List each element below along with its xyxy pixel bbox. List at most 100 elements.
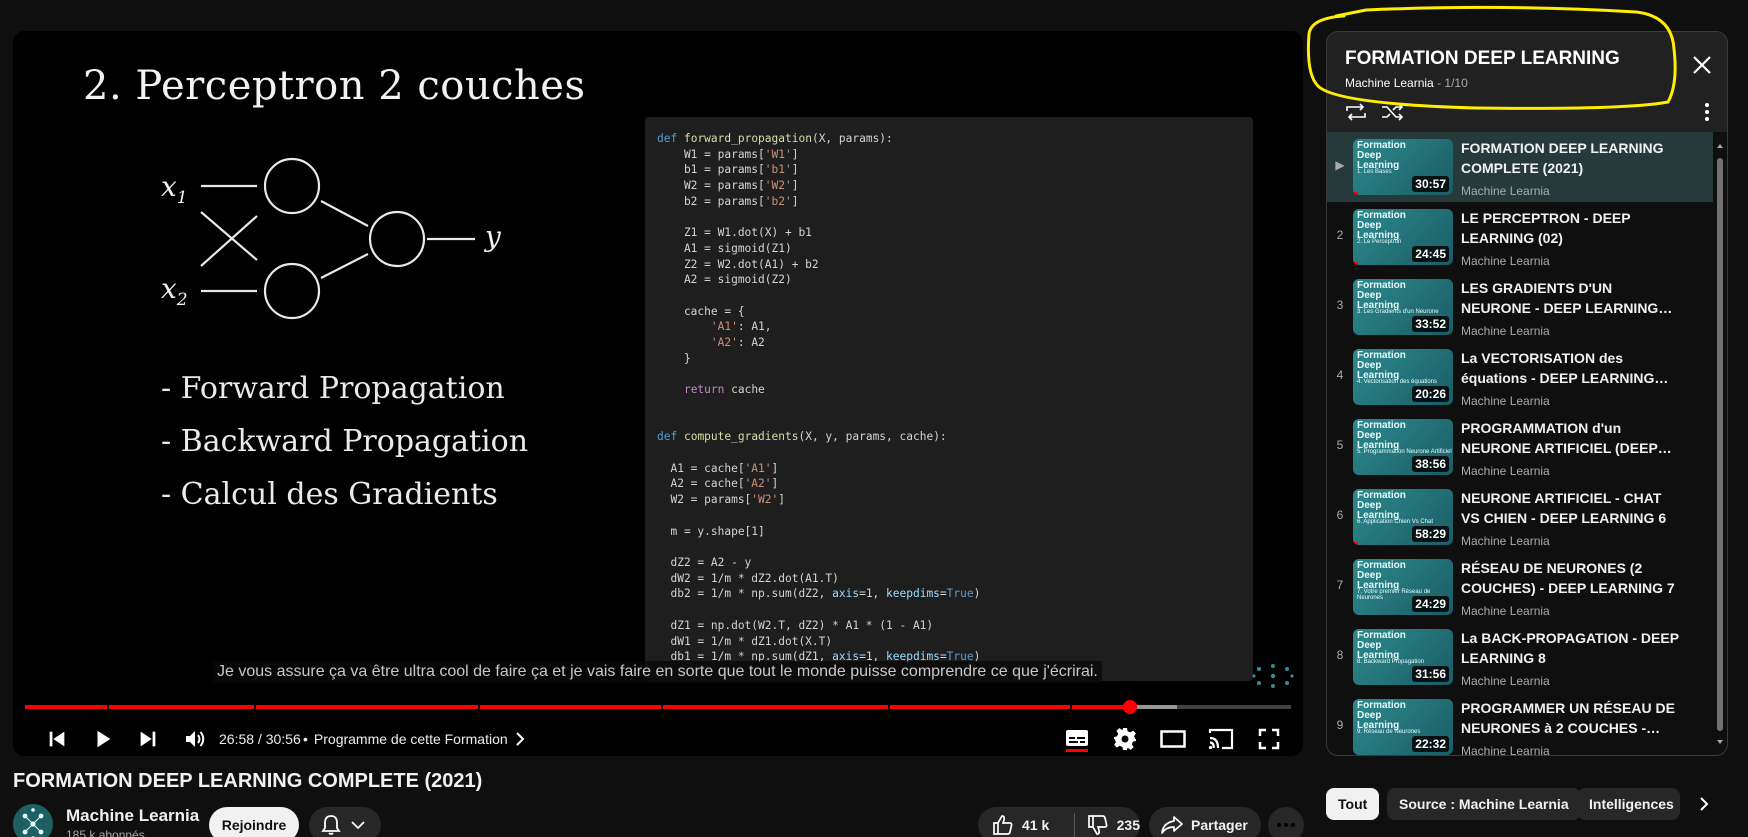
playlist-item-index: 7 xyxy=(1336,578,1344,592)
scroll-down-icon[interactable] xyxy=(1716,738,1724,746)
code-line: m = y.shape[1] xyxy=(657,524,765,538)
thumbnail-subtitle: 4. Vectorisation des équations xyxy=(1357,379,1438,385)
playlist-item-channel[interactable]: Machine Learnia xyxy=(1461,744,1550,755)
scroll-up-icon[interactable] xyxy=(1716,142,1724,150)
thumbnail-title: Formation Deep Learning xyxy=(1357,490,1406,521)
playlist-item-thumbnail[interactable]: Formation Deep Learning 7. Votre premier… xyxy=(1353,559,1453,615)
channel-watermark-icon[interactable] xyxy=(1251,661,1295,691)
playlist-item-channel[interactable]: Machine Learnia xyxy=(1461,184,1550,198)
playlist-item-title[interactable]: NEURONE ARTIFICIEL - CHAT VS CHIEN - DEE… xyxy=(1461,488,1681,528)
thumbnail-title: Formation Deep Learning xyxy=(1357,140,1406,171)
playlist-item-thumbnail[interactable]: Formation Deep Learning 6. Application C… xyxy=(1353,489,1453,545)
progress-bar[interactable] xyxy=(25,700,1291,714)
close-icon[interactable] xyxy=(1687,50,1717,80)
chip-intelligences[interactable]: Intelligences xyxy=(1577,788,1680,820)
thumbnail-subtitle: 8. Backward Propagation xyxy=(1357,659,1425,665)
next-icon xyxy=(140,731,156,747)
playlist-item-channel[interactable]: Machine Learnia xyxy=(1461,254,1550,268)
playlist-item-channel[interactable]: Machine Learnia xyxy=(1461,464,1550,478)
previous-button[interactable] xyxy=(37,719,77,756)
chapter-title-button[interactable]: • Programme de cette Formation xyxy=(303,731,526,747)
playlist-item[interactable]: 3 Formation Deep Learning 3. Les Gradien… xyxy=(1327,272,1713,342)
dislike-count: 235 xyxy=(1116,817,1140,833)
subtitles-button[interactable] xyxy=(1055,719,1099,756)
chip-source[interactable]: Source : Machine Learnia xyxy=(1387,788,1581,820)
playlist-item-channel[interactable]: Machine Learnia xyxy=(1461,674,1550,688)
playlist-item-channel[interactable]: Machine Learnia xyxy=(1461,324,1550,338)
video-frame[interactable]: 2. Perceptron 2 couches x1 x2 y - Forwar… xyxy=(13,31,1303,688)
share-button[interactable]: Partager xyxy=(1149,807,1261,837)
chapter-marker xyxy=(107,705,109,709)
playlist-item-thumbnail[interactable]: Formation Deep Learning 8. Backward Prop… xyxy=(1353,629,1453,685)
dislike-button[interactable]: 235 xyxy=(1087,814,1140,836)
like-button[interactable]: 41 k xyxy=(992,814,1074,836)
playlist-item-title[interactable]: La BACK-PROPAGATION - DEEP LEARNING 8 xyxy=(1461,628,1681,668)
chip-all[interactable]: Tout xyxy=(1326,788,1380,820)
dot-separator: • xyxy=(303,731,308,747)
chapter-title: Programme de cette Formation xyxy=(313,731,508,747)
play-button[interactable] xyxy=(83,719,123,756)
playlist-item-channel[interactable]: Machine Learnia xyxy=(1461,534,1550,548)
playlist-item-thumbnail[interactable]: Formation Deep Learning 3. Les Gradients… xyxy=(1353,279,1453,335)
playlist-item[interactable]: 5 Formation Deep Learning 5. Programmati… xyxy=(1327,412,1713,482)
more-actions-button[interactable] xyxy=(1268,807,1304,837)
playlist-item[interactable]: 4 Formation Deep Learning 4. Vectorisati… xyxy=(1327,342,1713,412)
thumbnail-subtitle: 3. Les Gradients d'un Neurone xyxy=(1357,309,1439,315)
code-line: b2 = params['b2'] xyxy=(657,194,799,208)
playlist-item[interactable]: 6 Formation Deep Learning 6. Application… xyxy=(1327,482,1713,552)
playlist-item-title[interactable]: La VECTORISATION des équations - DEEP LE… xyxy=(1461,348,1681,388)
playlist-item-channel[interactable]: Machine Learnia xyxy=(1461,604,1550,618)
playlist-item-channel[interactable]: Machine Learnia xyxy=(1461,394,1550,408)
volume-button[interactable] xyxy=(175,719,215,756)
playlist-item[interactable]: 8 Formation Deep Learning 8. Backward Pr… xyxy=(1327,622,1713,692)
divider xyxy=(1073,813,1075,837)
playlist-item-title[interactable]: PROGRAMMER UN RÉSEAU DE NEURONES à 2 COU… xyxy=(1461,698,1681,738)
scrollbar-thumb[interactable] xyxy=(1717,158,1723,731)
playlist-item-title[interactable]: LE PERCEPTRON - DEEP LEARNING (02) xyxy=(1461,208,1681,248)
playlist-panel: FORMATION DEEP LEARNING Machine Learnia … xyxy=(1326,31,1728,756)
playlist-item-title[interactable]: LES GRADIENTS D'UN NEURONE - DEEP LEARNI… xyxy=(1461,278,1681,318)
playlist-item[interactable]: 7 Formation Deep Learning 7. Votre premi… xyxy=(1327,552,1713,622)
fullscreen-button[interactable] xyxy=(1247,719,1291,756)
thumbnail-subtitle: 1. Les Bases xyxy=(1357,169,1392,175)
playlist-item-thumbnail[interactable]: Formation Deep Learning 9. Réseau de Neu… xyxy=(1353,699,1453,755)
chevron-right-icon[interactable] xyxy=(1690,790,1718,818)
thumbnail-subtitle: 5. Programmation Neurone Artificiel xyxy=(1357,449,1452,455)
fullscreen-icon xyxy=(1258,728,1280,750)
chapter-marker xyxy=(478,705,480,709)
playlist-item-thumbnail[interactable]: Formation Deep Learning 4. Vectorisation… xyxy=(1353,349,1453,405)
video-player[interactable]: 2. Perceptron 2 couches x1 x2 y - Forwar… xyxy=(13,31,1303,756)
theater-mode-button[interactable] xyxy=(1151,719,1195,756)
video-title: FORMATION DEEP LEARNING COMPLETE (2021) xyxy=(13,770,483,792)
more-vert-icon[interactable] xyxy=(1697,101,1717,123)
join-button[interactable]: Rejoindre xyxy=(209,807,299,837)
code-line: 'A1': A1, xyxy=(710,320,772,334)
playlist-scrollbar[interactable] xyxy=(1716,142,1724,752)
channel-avatar[interactable] xyxy=(13,804,53,837)
code-line: A2 = sigmoid(Z2) xyxy=(657,273,792,287)
playlist-item-thumbnail[interactable]: Formation Deep Learning 1. Les Bases 30:… xyxy=(1353,139,1453,195)
playlist-item-thumbnail[interactable]: Formation Deep Learning 2. Le Perceptron… xyxy=(1353,209,1453,265)
progress-scrubber[interactable] xyxy=(1123,700,1138,714)
channel-name[interactable]: Machine Learnia xyxy=(66,806,199,826)
chapter-marker xyxy=(888,705,890,709)
notifications-button[interactable] xyxy=(309,807,381,837)
cast-button[interactable] xyxy=(1199,719,1243,756)
playlist-item-title[interactable]: RÉSEAU DE NEURONES (2 COUCHES) - DEEP LE… xyxy=(1461,558,1681,598)
playlist-item[interactable]: 9 Formation Deep Learning 9. Réseau de N… xyxy=(1327,692,1713,755)
playlist-item-title[interactable]: FORMATION DEEP LEARNING COMPLETE (2021) xyxy=(1461,138,1681,178)
duration-badge: 31:56 xyxy=(1412,666,1449,682)
playlist-item[interactable]: 2 Formation Deep Learning 2. Le Perceptr… xyxy=(1327,202,1713,272)
next-button[interactable] xyxy=(128,719,168,756)
playlist-item-index: 3 xyxy=(1336,298,1344,312)
playlist-item-thumbnail[interactable]: Formation Deep Learning 5. Programmation… xyxy=(1353,419,1453,475)
code-line: dZ2 = A2 - y xyxy=(657,555,752,569)
playlist-item[interactable]: ▶ Formation Deep Learning 1. Les Bases 3… xyxy=(1327,132,1713,202)
code-snippet: def forward_propagation(X, params): W1 =… xyxy=(645,117,1253,681)
settings-button[interactable] xyxy=(1103,719,1147,756)
playlist-item-title[interactable]: PROGRAMMATION d'un NEURONE ARTIFICIEL (D… xyxy=(1461,418,1681,458)
